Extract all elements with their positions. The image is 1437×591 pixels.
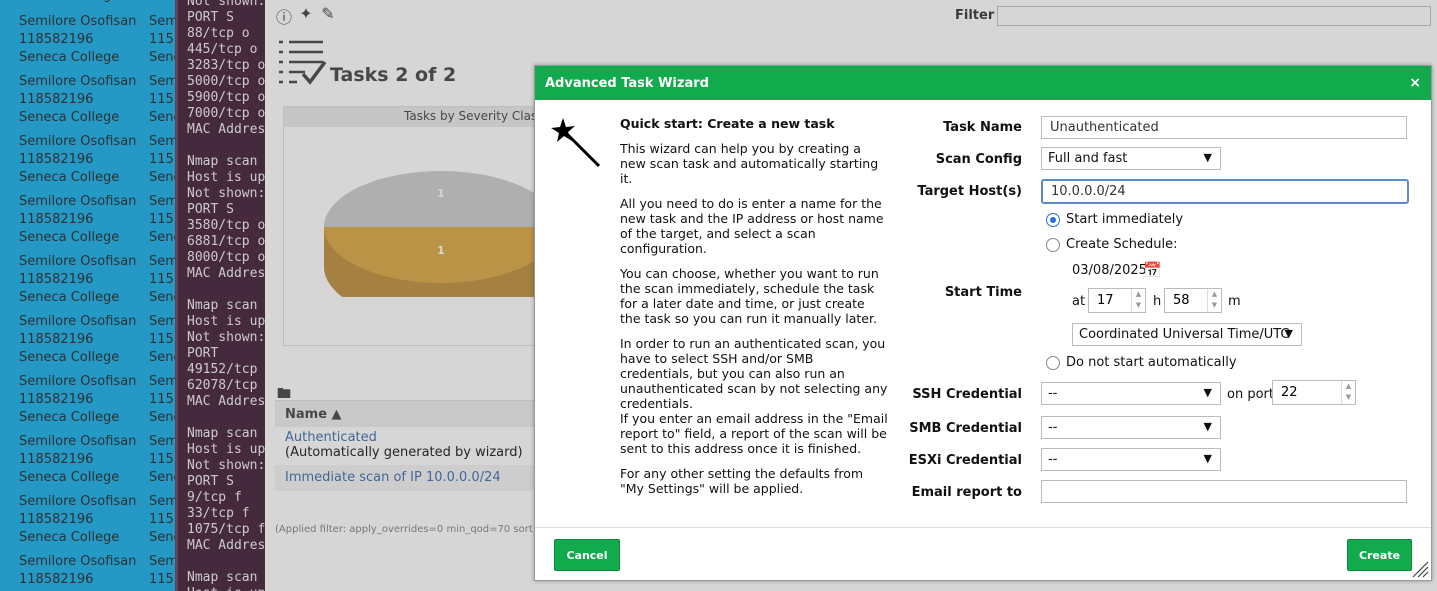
scan-config-value: Full and fast <box>1048 151 1128 166</box>
start-immediately-label: Start immediately <box>1066 212 1184 227</box>
chevron-down-icon: ▼ <box>1203 151 1212 164</box>
scan-config-select[interactable]: Full and fast ▼ <box>1041 147 1221 170</box>
email-report-input[interactable] <box>1041 480 1407 503</box>
dialog-header: Advanced Task Wizard × <box>535 66 1431 100</box>
create-schedule-label: Create Schedule: <box>1066 237 1178 252</box>
minute-stepper[interactable]: 58 ▲ ▼ <box>1164 288 1222 313</box>
task-name-input[interactable]: Unauthenticated <box>1041 116 1407 139</box>
stepper-arrows-icon[interactable]: ▲ ▼ <box>1131 289 1145 312</box>
on-port-label: on port <box>1227 387 1274 402</box>
radio-selected-icon <box>1046 212 1060 227</box>
cancel-button[interactable]: Cancel <box>554 539 620 571</box>
resize-handle-icon[interactable] <box>1409 558 1429 578</box>
timezone-value: Coordinated Universal Time/UTC <box>1079 327 1290 342</box>
scan-config-label: Scan Config <box>935 152 1022 167</box>
task-name-label: Task Name <box>943 120 1022 135</box>
esxi-credential-label: ESXi Credential <box>908 453 1022 468</box>
do-not-start-radio[interactable]: Do not start automatically <box>1046 355 1237 370</box>
create-button[interactable]: Create <box>1347 539 1412 571</box>
ssh-credential-value: -- <box>1048 386 1058 401</box>
help-paragraph: In order to run an authenticated scan, y… <box>620 336 888 456</box>
start-immediately-radio[interactable]: Start immediately <box>1046 212 1183 227</box>
stepper-arrows-icon[interactable]: ▲ ▼ <box>1341 381 1355 404</box>
help-paragraph: All you need to do is enter a name for t… <box>620 196 884 256</box>
task-name-value: Unauthenticated <box>1050 120 1159 135</box>
help-paragraph: For any other setting the defaults from … <box>620 466 864 496</box>
advanced-task-wizard-dialog: Advanced Task Wizard × Quick start: Crea… <box>534 65 1432 581</box>
do-not-start-label: Do not start automatically <box>1066 355 1237 370</box>
schedule-date: 03/08/2025 <box>1072 263 1147 278</box>
chevron-down-icon: ▼ <box>1284 327 1293 340</box>
email-report-label: Email report to <box>911 485 1022 500</box>
help-paragraph: This wizard can help you by creating a n… <box>620 141 879 186</box>
smb-credential-value: -- <box>1048 420 1058 435</box>
hour-stepper[interactable]: 17 ▲ ▼ <box>1088 288 1146 313</box>
calendar-icon[interactable]: 📅 <box>1143 261 1162 279</box>
radio-icon <box>1046 355 1060 370</box>
target-hosts-input[interactable]: 10.0.0.0/24 <box>1041 179 1409 204</box>
help-paragraph: You can choose, whether you want to run … <box>620 266 879 326</box>
dialog-footer: Cancel Create <box>535 527 1431 580</box>
create-schedule-radio[interactable]: Create Schedule: <box>1046 237 1177 252</box>
quick-start-title: Quick start: Create a new task <box>620 116 835 131</box>
esxi-credential-value: -- <box>1048 452 1058 467</box>
minute-value: 58 <box>1173 293 1190 308</box>
ssh-port-value: 22 <box>1281 385 1298 400</box>
stepper-arrows-icon[interactable]: ▲ ▼ <box>1207 289 1221 312</box>
esxi-credential-select[interactable]: -- ▼ <box>1041 448 1221 471</box>
chevron-down-icon: ▼ <box>1203 420 1212 433</box>
target-hosts-value: 10.0.0.0/24 <box>1051 184 1126 199</box>
m-label: m <box>1228 294 1241 309</box>
smb-credential-label: SMB Credential <box>909 421 1022 436</box>
ssh-port-stepper[interactable]: 22 ▲ ▼ <box>1272 380 1356 405</box>
start-time-label: Start Time <box>944 285 1022 300</box>
smb-credential-select[interactable]: -- ▼ <box>1041 416 1221 439</box>
h-label: h <box>1153 294 1162 309</box>
radio-icon <box>1046 237 1060 252</box>
chevron-down-icon: ▼ <box>1203 386 1212 399</box>
target-hosts-label: Target Host(s) <box>917 184 1022 199</box>
magic-wand-icon <box>551 118 601 168</box>
close-icon[interactable]: × <box>1409 75 1421 91</box>
chevron-down-icon: ▼ <box>1203 452 1212 465</box>
hour-value: 17 <box>1097 293 1114 308</box>
quick-start-text: Quick start: Create a new task This wiza… <box>620 116 888 506</box>
ssh-credential-select[interactable]: -- ▼ <box>1041 382 1221 405</box>
timezone-select[interactable]: Coordinated Universal Time/UTC ▼ <box>1072 323 1302 346</box>
at-label: at <box>1072 294 1086 309</box>
dialog-title: Advanced Task Wizard <box>545 76 709 91</box>
ssh-credential-label: SSH Credential <box>912 387 1022 402</box>
